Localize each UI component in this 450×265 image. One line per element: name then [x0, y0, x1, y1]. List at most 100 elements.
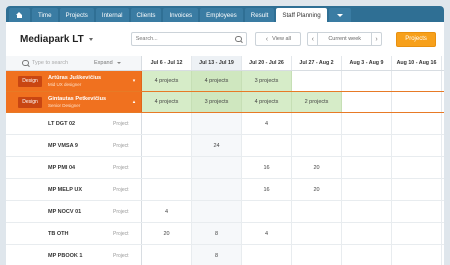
hours-cell[interactable]: 4	[142, 201, 192, 222]
allocation-cell[interactable]: 4 projects	[142, 92, 192, 112]
hours-cell[interactable]	[292, 113, 342, 134]
project-info: MP NOCV 01 Project	[6, 201, 142, 222]
hours-cell[interactable]: 8	[192, 223, 242, 244]
tab-time[interactable]: Time	[32, 8, 58, 22]
hours-cell[interactable]	[292, 245, 342, 265]
allocation-cell[interactable]	[392, 92, 442, 112]
allocation-cell[interactable]: 3 projects	[192, 92, 242, 112]
prev-week-button[interactable]: ‹	[308, 33, 319, 45]
chevron-right-icon: ›	[375, 35, 378, 43]
hours-cell[interactable]	[342, 135, 392, 156]
hours-cell[interactable]: 4	[242, 223, 292, 244]
hours-cell[interactable]: 20	[292, 179, 342, 200]
people-filter[interactable]: Type to search	[6, 59, 88, 67]
tab-employees[interactable]: Employees	[200, 8, 243, 22]
hours-cell[interactable]	[292, 135, 342, 156]
hours-cell[interactable]	[142, 113, 192, 134]
view-all-button[interactable]: ‹ View all	[255, 32, 302, 46]
person-row[interactable]: Design Gintautas Petkevičius Senior Desi…	[6, 92, 444, 113]
collapse-row-icon[interactable]: ▴	[127, 99, 141, 105]
search-icon[interactable]	[235, 35, 242, 43]
hours-cell[interactable]: 20	[142, 223, 192, 244]
allocation-cell[interactable]	[342, 92, 392, 112]
project-type: Project	[113, 186, 129, 193]
hours-cell[interactable]	[342, 201, 392, 222]
grid-header-left: Type to search Expand	[6, 56, 142, 70]
hours-cell[interactable]: 16	[242, 179, 292, 200]
person-role: Senior Designer	[48, 102, 81, 108]
person-row[interactable]: Design Artūras Juškevičius Mid UX design…	[6, 71, 444, 92]
projects-button[interactable]: Projects	[396, 31, 436, 47]
hours-cell[interactable]	[142, 179, 192, 200]
hours-cell[interactable]	[142, 135, 192, 156]
next-week-button[interactable]: ›	[371, 33, 381, 45]
hours-cell[interactable]	[392, 179, 442, 200]
hours-cell[interactable]	[242, 245, 292, 265]
hours-cell[interactable]	[392, 157, 442, 178]
hours-cell[interactable]	[342, 179, 392, 200]
allocation-cell[interactable]: 3 projects	[242, 71, 292, 91]
tab-clients[interactable]: Clients	[130, 8, 162, 22]
hours-cell[interactable]	[392, 245, 442, 265]
project-row[interactable]: MP PMI 04 Project 16 20	[6, 157, 444, 179]
hours-cell[interactable]	[142, 157, 192, 178]
hours-cell[interactable]	[192, 157, 242, 178]
project-type: Project	[113, 142, 129, 149]
hours-cell[interactable]	[142, 245, 192, 265]
allocation-cell[interactable]	[342, 71, 392, 91]
search-input[interactable]	[135, 36, 226, 42]
project-row[interactable]: MP NOCV 01 Project 4	[6, 201, 444, 223]
hours-cell[interactable]	[392, 135, 442, 156]
tab-internal[interactable]: Internal	[95, 8, 129, 22]
project-info: LT DGT 02 Project	[6, 113, 142, 134]
expand-row-icon[interactable]: ▾	[127, 78, 141, 84]
hours-cell[interactable]	[342, 157, 392, 178]
tab-invoices[interactable]: Invoices	[163, 8, 199, 22]
project-row[interactable]: MP PBOOK 1 Project 8	[6, 245, 444, 265]
project-row[interactable]: MP MELP UX Project 16 20	[6, 179, 444, 201]
hours-cell[interactable]	[392, 113, 442, 134]
allocation-cell[interactable]: 4 projects	[242, 92, 292, 112]
hours-cell[interactable]	[342, 113, 392, 134]
chevron-down-icon	[88, 37, 93, 41]
project-code: MP MELP UX	[48, 186, 83, 193]
hours-cell[interactable]: 4	[242, 113, 292, 134]
hours-cell[interactable]: 8	[192, 245, 242, 265]
allocation-cell[interactable]: 2 projects	[292, 92, 342, 112]
hours-cell[interactable]: 24	[192, 135, 242, 156]
allocation-cell[interactable]: 4 projects	[142, 71, 192, 91]
hours-cell[interactable]: 16	[242, 157, 292, 178]
more-tabs-button[interactable]	[328, 8, 351, 22]
project-row[interactable]: MP VMSA 9 Project 24	[6, 135, 444, 157]
allocation-cell[interactable]	[392, 71, 442, 91]
company-selector[interactable]: Mediapark LT	[20, 34, 130, 45]
project-code: TB OTH	[48, 230, 69, 237]
home-tab[interactable]	[9, 8, 30, 22]
hours-cell[interactable]	[242, 201, 292, 222]
week-header: Jul 27 - Aug 2	[292, 56, 342, 70]
hours-cell[interactable]	[192, 201, 242, 222]
hours-cell[interactable]	[242, 135, 292, 156]
tab-result[interactable]: Result	[244, 8, 275, 22]
hours-cell[interactable]: 20	[292, 157, 342, 178]
planning-grid: Type to search Expand Jul 6 - Jul 12 Jul…	[6, 56, 444, 265]
hours-cell[interactable]	[292, 201, 342, 222]
hours-cell[interactable]	[392, 223, 442, 244]
hours-cell[interactable]	[192, 179, 242, 200]
project-row[interactable]: LT DGT 02 Project 4	[6, 113, 444, 135]
hours-cell[interactable]	[392, 201, 442, 222]
current-week-button[interactable]: Current week	[318, 33, 371, 45]
person-info: Design Gintautas Petkevičius Senior Desi…	[6, 92, 142, 112]
hours-cell[interactable]	[192, 113, 242, 134]
hours-cell[interactable]	[342, 245, 392, 265]
hours-cell[interactable]	[292, 223, 342, 244]
tab-staff-planning[interactable]: Staff Planning	[276, 8, 327, 22]
person-name: Artūras Juškevičius	[48, 74, 102, 81]
expand-dropdown[interactable]: Expand	[88, 60, 121, 66]
project-row[interactable]: TB OTH Project 20 8 4	[6, 223, 444, 245]
allocation-cell[interactable]: 4 projects	[192, 71, 242, 91]
hours-cell[interactable]	[342, 223, 392, 244]
tab-projects[interactable]: Projects	[59, 8, 94, 22]
company-name: Mediapark LT	[20, 33, 84, 45]
allocation-cell[interactable]	[292, 71, 342, 91]
